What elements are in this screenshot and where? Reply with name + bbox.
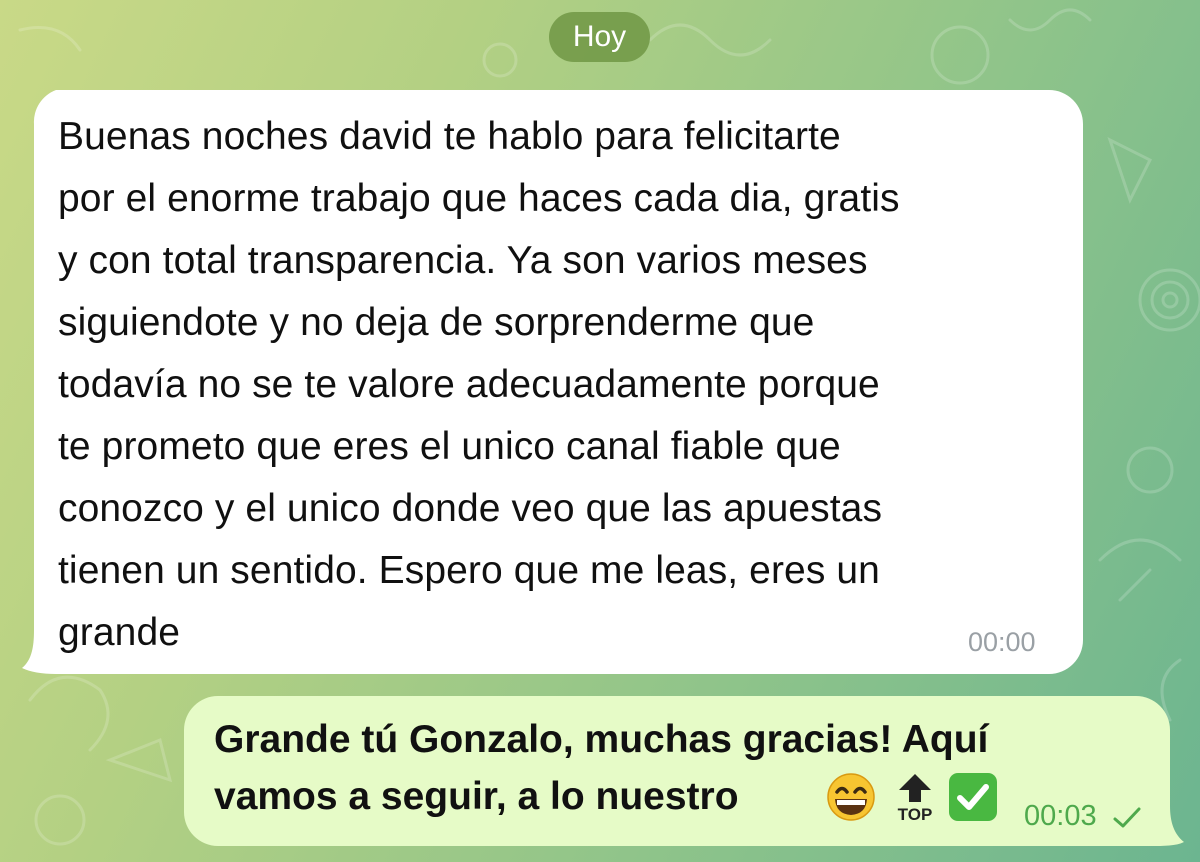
incoming-message-time: 00:00 bbox=[968, 627, 1036, 657]
grinning-face-emoji bbox=[827, 773, 875, 821]
top-emoji-label: TOP bbox=[898, 805, 933, 824]
date-separator-label: Hoy bbox=[572, 20, 627, 53]
outgoing-message-time: 00:03 bbox=[1024, 800, 1097, 832]
incoming-message-text: Buenas noches david te hablo para felici… bbox=[58, 115, 900, 654]
check-mark-button-emoji bbox=[949, 773, 997, 821]
date-separator-chip: Hoy bbox=[549, 12, 650, 62]
sent-check-icon bbox=[1113, 807, 1141, 828]
top-arrow-emoji: TOP bbox=[898, 774, 933, 824]
